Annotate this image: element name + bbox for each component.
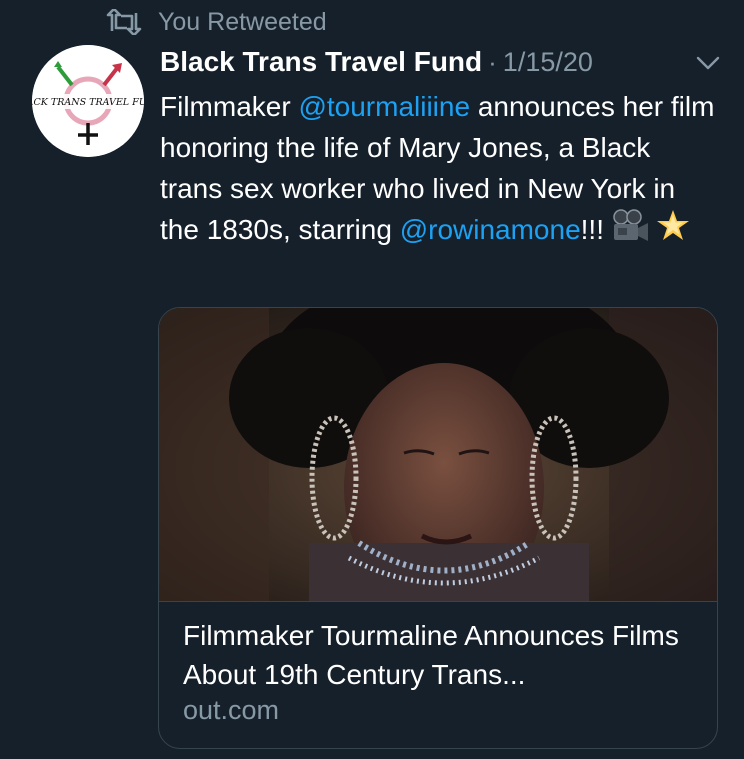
tweet-header: Black Trans Travel Fund · 1/15/20 [160,42,593,82]
retweet-context: You Retweeted [105,6,327,38]
avatar-logo-text: BLACK TRANS TRAVEL FUND [32,97,144,108]
retweet-label: You Retweeted [158,7,327,36]
card-photo [159,308,717,613]
card-domain: out.com [183,695,280,725]
timestamp[interactable]: 1/15/20 [503,47,593,78]
card-image[interactable] [159,308,717,613]
card-title[interactable]: Filmmaker Tourmaline Announces Films Abo… [183,616,703,694]
trans-symbol-logo: BLACK TRANS TRAVEL FUND [32,45,144,157]
mention-link[interactable]: @rowinamone [400,214,581,245]
tweet[interactable]: You Retweeted BLACK TRANS TRAVEL FUND Bl… [0,0,744,759]
mention-link[interactable]: @tourmaliiine [298,91,470,122]
glowing-star-emoji [657,210,689,240]
retweet-icon [106,9,142,35]
tweet-text-part: Filmmaker [160,91,299,122]
tweet-text-part: !!! [580,214,604,245]
avatar[interactable]: BLACK TRANS TRAVEL FUND [32,45,144,157]
display-name[interactable]: Black Trans Travel Fund [160,46,482,78]
link-card[interactable]: Filmmaker Tourmaline Announces Films Abo… [158,307,718,749]
tweet-text: Filmmaker @tourmaliiine announces her fi… [160,86,720,250]
chevron-down-icon[interactable] [694,52,722,74]
separator-dot: · [488,46,497,77]
movie-camera-emoji [613,209,648,241]
card-body[interactable]: Filmmaker Tourmaline Announces Films Abo… [159,601,717,748]
